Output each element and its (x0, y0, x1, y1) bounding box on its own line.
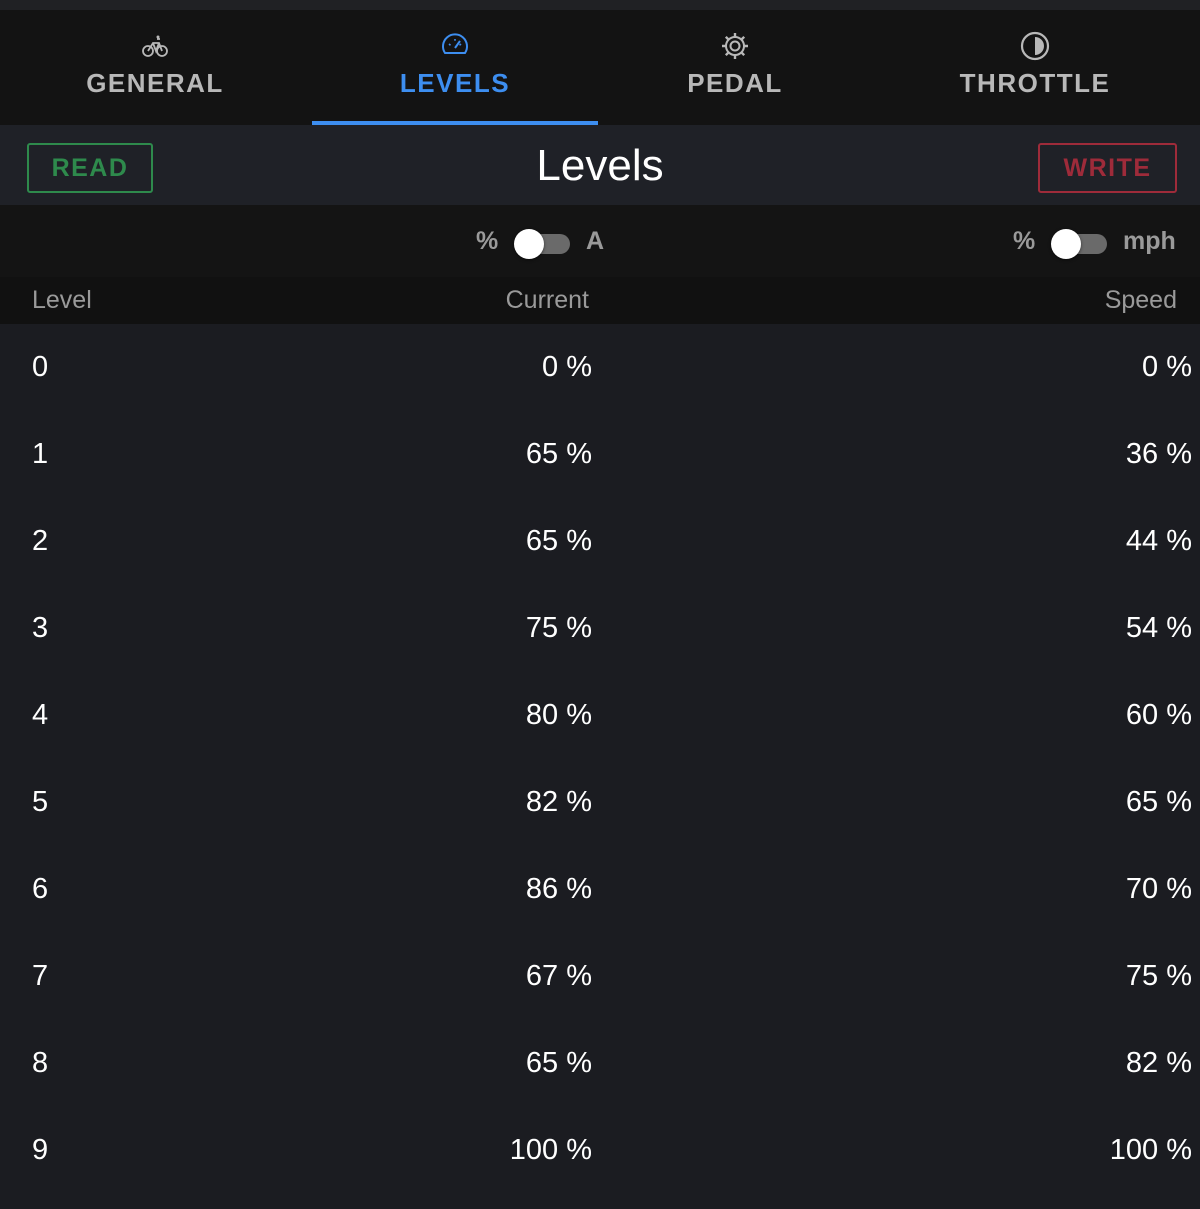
gear-icon (722, 33, 748, 59)
tab-levels-label: LEVELS (399, 68, 511, 98)
speed-mph-label: mph (1123, 227, 1176, 255)
write-button[interactable]: WRITE (1038, 143, 1177, 193)
tab-general[interactable]: GENERAL (12, 10, 298, 125)
current-amp-label: A (586, 227, 605, 255)
speed-cell[interactable]: 44 % (1126, 525, 1192, 558)
current-cell[interactable]: 65 % (526, 438, 592, 471)
table-row[interactable]: 4 80 % 60 % (0, 672, 1200, 759)
speed-cell[interactable]: 0 % (1142, 351, 1192, 384)
current-cell[interactable]: 80 % (526, 699, 592, 732)
speed-cell[interactable]: 75 % (1126, 960, 1192, 993)
current-cell[interactable]: 86 % (526, 873, 592, 906)
unit-toggles: % A % mph (0, 205, 1200, 278)
speed-cell[interactable]: 60 % (1126, 699, 1192, 732)
current-unit-toggle[interactable] (514, 228, 570, 259)
level-cell: 3 (32, 612, 49, 644)
current-percent-label: % (476, 227, 499, 255)
speed-toggle-knob (1051, 229, 1081, 259)
current-cell[interactable]: 0 % (542, 351, 592, 384)
tab-throttle[interactable]: THROTTLE (892, 10, 1178, 125)
current-toggle-knob (514, 229, 544, 259)
level-cell: 7 (32, 960, 49, 992)
table-row[interactable]: 1 65 % 36 % (0, 411, 1200, 498)
current-cell[interactable]: 67 % (526, 960, 592, 993)
status-strip (0, 0, 1200, 10)
throttle-icon (1020, 31, 1050, 61)
column-header-current: Current (505, 286, 589, 314)
speed-unit-toggle[interactable] (1051, 228, 1107, 259)
speedometer-icon (442, 33, 468, 54)
table-row[interactable]: 2 65 % 44 % (0, 498, 1200, 585)
level-cell: 2 (32, 525, 49, 557)
levels-table: 0 0 % 0 % 1 65 % 36 % 2 65 % 44 % 3 75 %… (0, 324, 1200, 1194)
table-row[interactable]: 5 82 % 65 % (0, 759, 1200, 846)
tab-pedal[interactable]: PEDAL (592, 10, 878, 125)
level-cell: 4 (32, 699, 49, 731)
tab-bar: GENERAL LEVELS PEDAL THROTTLE (0, 10, 1200, 125)
current-cell[interactable]: 100 % (510, 1134, 592, 1167)
table-row[interactable]: 0 0 % 0 % (0, 324, 1200, 411)
page-title: Levels (536, 141, 664, 190)
table-row[interactable]: 9 100 % 100 % (0, 1107, 1200, 1194)
current-cell[interactable]: 65 % (526, 525, 592, 558)
tab-general-label: GENERAL (86, 68, 224, 98)
table-row[interactable]: 3 75 % 54 % (0, 585, 1200, 672)
bike-icon (142, 35, 168, 57)
current-cell[interactable]: 65 % (526, 1047, 592, 1080)
level-cell: 8 (32, 1047, 49, 1079)
level-cell: 6 (32, 873, 49, 905)
level-cell: 5 (32, 786, 49, 818)
table-header: Level Current Speed (0, 277, 1200, 324)
speed-cell[interactable]: 54 % (1126, 612, 1192, 645)
tab-pedal-label: PEDAL (687, 68, 783, 98)
table-row[interactable]: 8 65 % 82 % (0, 1020, 1200, 1107)
page-header: READ Levels WRITE (0, 125, 1200, 205)
speed-cell[interactable]: 100 % (1110, 1134, 1192, 1167)
speed-cell[interactable]: 70 % (1126, 873, 1192, 906)
speed-percent-label: % (1013, 227, 1036, 255)
table-row[interactable]: 6 86 % 70 % (0, 846, 1200, 933)
current-cell[interactable]: 75 % (526, 612, 592, 645)
tab-throttle-label: THROTTLE (959, 68, 1111, 98)
level-cell: 9 (32, 1134, 49, 1166)
level-cell: 0 (32, 351, 49, 383)
speed-cell[interactable]: 82 % (1126, 1047, 1192, 1080)
level-cell: 1 (32, 438, 49, 470)
tab-levels[interactable]: LEVELS (312, 10, 598, 125)
current-cell[interactable]: 82 % (526, 786, 592, 819)
column-header-level: Level (32, 286, 92, 314)
speed-cell[interactable]: 65 % (1126, 786, 1192, 819)
table-row[interactable]: 7 67 % 75 % (0, 933, 1200, 1020)
column-header-speed: Speed (1104, 286, 1177, 314)
speed-cell[interactable]: 36 % (1126, 438, 1192, 471)
